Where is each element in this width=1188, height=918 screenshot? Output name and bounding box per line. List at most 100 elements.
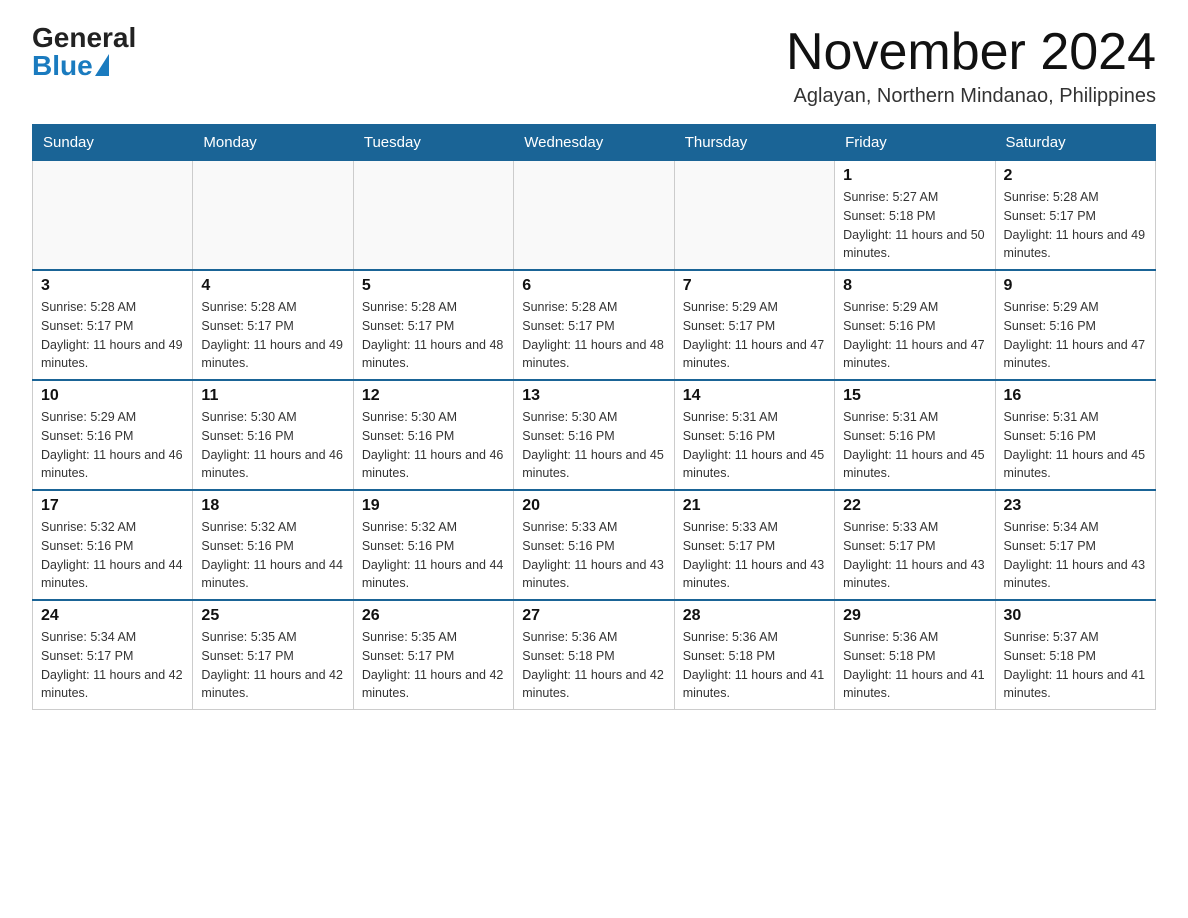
calendar-cell: 5 Sunrise: 5:28 AMSunset: 5:17 PMDaylight… — [353, 270, 513, 380]
day-number: 22 — [843, 497, 986, 515]
day-number: 17 — [41, 497, 184, 515]
calendar-week-row: 3 Sunrise: 5:28 AMSunset: 5:17 PMDaylight… — [33, 270, 1156, 380]
calendar-cell: 30Sunrise: 5:37 AMSunset: 5:18 PMDayligh… — [995, 600, 1155, 710]
day-info: Sunrise: 5:36 AMSunset: 5:18 PMDaylight:… — [843, 628, 986, 703]
calendar-cell: 12 Sunrise: 5:30 AMSunset: 5:16 PMDayligh… — [353, 380, 513, 490]
calendar-cell — [353, 160, 513, 270]
day-number: 16 — [1004, 387, 1147, 405]
weekday-header-monday: Monday — [193, 125, 353, 160]
day-info: Sunrise: 5:28 AMSunset: 5:17 PMDaylight:… — [1004, 188, 1147, 263]
calendar-table: SundayMondayTuesdayWednesdayThursdayFrid… — [32, 124, 1156, 710]
day-number: 25 — [201, 607, 344, 625]
calendar-week-row: 24 Sunrise: 5:34 AMSunset: 5:17 PMDayligh… — [33, 600, 1156, 710]
calendar-cell: 6 Sunrise: 5:28 AMSunset: 5:17 PMDaylight… — [514, 270, 674, 380]
weekday-header-friday: Friday — [835, 125, 995, 160]
day-info: Sunrise: 5:30 AMSunset: 5:16 PMDaylight:… — [362, 408, 505, 483]
day-info: Sunrise: 5:29 AMSunset: 5:16 PMDaylight:… — [843, 298, 986, 373]
day-info: Sunrise: 5:28 AMSunset: 5:17 PMDaylight:… — [362, 298, 505, 373]
calendar-cell: 8Sunrise: 5:29 AMSunset: 5:16 PMDaylight… — [835, 270, 995, 380]
day-info: Sunrise: 5:34 AMSunset: 5:17 PMDaylight:… — [1004, 518, 1147, 593]
day-info: Sunrise: 5:33 AMSunset: 5:17 PMDaylight:… — [683, 518, 826, 593]
day-number: 4 — [201, 277, 344, 295]
calendar-cell: 13Sunrise: 5:30 AMSunset: 5:16 PMDayligh… — [514, 380, 674, 490]
day-number: 29 — [843, 607, 986, 625]
calendar-week-row: 17 Sunrise: 5:32 AMSunset: 5:16 PMDayligh… — [33, 490, 1156, 600]
calendar-cell: 24 Sunrise: 5:34 AMSunset: 5:17 PMDayligh… — [33, 600, 193, 710]
calendar-cell — [674, 160, 834, 270]
day-number: 5 — [362, 277, 505, 295]
calendar-cell: 18 Sunrise: 5:32 AMSunset: 5:16 PMDayligh… — [193, 490, 353, 600]
day-info: Sunrise: 5:31 AMSunset: 5:16 PMDaylight:… — [843, 408, 986, 483]
day-info: Sunrise: 5:36 AMSunset: 5:18 PMDaylight:… — [522, 628, 665, 703]
day-number: 1 — [843, 167, 986, 185]
day-number: 26 — [362, 607, 505, 625]
month-title: November 2024 — [786, 24, 1156, 81]
day-info: Sunrise: 5:32 AMSunset: 5:16 PMDaylight:… — [41, 518, 184, 593]
day-number: 27 — [522, 607, 665, 625]
day-number: 24 — [41, 607, 184, 625]
day-number: 15 — [843, 387, 986, 405]
day-number: 10 — [41, 387, 184, 405]
calendar-week-row: 1 Sunrise: 5:27 AMSunset: 5:18 PMDaylight… — [33, 160, 1156, 270]
calendar-cell: 23 Sunrise: 5:34 AMSunset: 5:17 PMDayligh… — [995, 490, 1155, 600]
calendar-cell: 17 Sunrise: 5:32 AMSunset: 5:16 PMDayligh… — [33, 490, 193, 600]
calendar-cell: 10 Sunrise: 5:29 AMSunset: 5:16 PMDayligh… — [33, 380, 193, 490]
day-info: Sunrise: 5:28 AMSunset: 5:17 PMDaylight:… — [522, 298, 665, 373]
day-info: Sunrise: 5:29 AMSunset: 5:16 PMDaylight:… — [41, 408, 184, 483]
calendar-cell — [514, 160, 674, 270]
calendar-cell: 21 Sunrise: 5:33 AMSunset: 5:17 PMDayligh… — [674, 490, 834, 600]
calendar-cell: 14Sunrise: 5:31 AMSunset: 5:16 PMDayligh… — [674, 380, 834, 490]
day-info: Sunrise: 5:27 AMSunset: 5:18 PMDaylight:… — [843, 188, 986, 263]
day-info: Sunrise: 5:33 AMSunset: 5:17 PMDaylight:… — [843, 518, 986, 593]
page-header: General Blue November 2024 Aglayan, Nort… — [32, 24, 1156, 108]
day-info: Sunrise: 5:36 AMSunset: 5:18 PMDaylight:… — [683, 628, 826, 703]
weekday-header-thursday: Thursday — [674, 125, 834, 160]
calendar-cell: 2Sunrise: 5:28 AMSunset: 5:17 PMDaylight… — [995, 160, 1155, 270]
day-number: 11 — [201, 387, 344, 405]
day-number: 20 — [522, 497, 665, 515]
day-info: Sunrise: 5:28 AMSunset: 5:17 PMDaylight:… — [41, 298, 184, 373]
calendar-cell: 28 Sunrise: 5:36 AMSunset: 5:18 PMDayligh… — [674, 600, 834, 710]
day-number: 18 — [201, 497, 344, 515]
weekday-header-row: SundayMondayTuesdayWednesdayThursdayFrid… — [33, 125, 1156, 160]
calendar-cell — [33, 160, 193, 270]
title-block: November 2024 Aglayan, Northern Mindanao… — [786, 24, 1156, 108]
day-info: Sunrise: 5:29 AMSunset: 5:17 PMDaylight:… — [683, 298, 826, 373]
day-number: 12 — [362, 387, 505, 405]
day-info: Sunrise: 5:33 AMSunset: 5:16 PMDaylight:… — [522, 518, 665, 593]
day-info: Sunrise: 5:35 AMSunset: 5:17 PMDaylight:… — [362, 628, 505, 703]
day-info: Sunrise: 5:29 AMSunset: 5:16 PMDaylight:… — [1004, 298, 1147, 373]
calendar-cell: 19 Sunrise: 5:32 AMSunset: 5:16 PMDayligh… — [353, 490, 513, 600]
day-info: Sunrise: 5:32 AMSunset: 5:16 PMDaylight:… — [362, 518, 505, 593]
calendar-cell: 20 Sunrise: 5:33 AMSunset: 5:16 PMDayligh… — [514, 490, 674, 600]
day-number: 21 — [683, 497, 826, 515]
weekday-header-sunday: Sunday — [33, 125, 193, 160]
day-info: Sunrise: 5:31 AMSunset: 5:16 PMDaylight:… — [1004, 408, 1147, 483]
day-info: Sunrise: 5:32 AMSunset: 5:16 PMDaylight:… — [201, 518, 344, 593]
day-number: 28 — [683, 607, 826, 625]
logo-triangle-icon — [95, 54, 109, 76]
weekday-header-saturday: Saturday — [995, 125, 1155, 160]
location-title: Aglayan, Northern Mindanao, Philippines — [786, 85, 1156, 108]
calendar-cell: 3 Sunrise: 5:28 AMSunset: 5:17 PMDaylight… — [33, 270, 193, 380]
weekday-header-tuesday: Tuesday — [353, 125, 513, 160]
calendar-cell — [193, 160, 353, 270]
day-info: Sunrise: 5:37 AMSunset: 5:18 PMDaylight:… — [1004, 628, 1147, 703]
day-number: 23 — [1004, 497, 1147, 515]
calendar-week-row: 10 Sunrise: 5:29 AMSunset: 5:16 PMDayligh… — [33, 380, 1156, 490]
logo-blue-text: Blue — [32, 52, 93, 80]
logo-general-text: General — [32, 24, 136, 52]
day-number: 14 — [683, 387, 826, 405]
day-number: 6 — [522, 277, 665, 295]
day-info: Sunrise: 5:30 AMSunset: 5:16 PMDaylight:… — [201, 408, 344, 483]
calendar-cell: 1 Sunrise: 5:27 AMSunset: 5:18 PMDaylight… — [835, 160, 995, 270]
calendar-cell: 27 Sunrise: 5:36 AMSunset: 5:18 PMDayligh… — [514, 600, 674, 710]
calendar-cell: 16 Sunrise: 5:31 AMSunset: 5:16 PMDayligh… — [995, 380, 1155, 490]
day-info: Sunrise: 5:30 AMSunset: 5:16 PMDaylight:… — [522, 408, 665, 483]
day-number: 3 — [41, 277, 184, 295]
calendar-cell: 7 Sunrise: 5:29 AMSunset: 5:17 PMDaylight… — [674, 270, 834, 380]
day-info: Sunrise: 5:34 AMSunset: 5:17 PMDaylight:… — [41, 628, 184, 703]
calendar-cell: 25Sunrise: 5:35 AMSunset: 5:17 PMDayligh… — [193, 600, 353, 710]
day-number: 19 — [362, 497, 505, 515]
day-number: 7 — [683, 277, 826, 295]
